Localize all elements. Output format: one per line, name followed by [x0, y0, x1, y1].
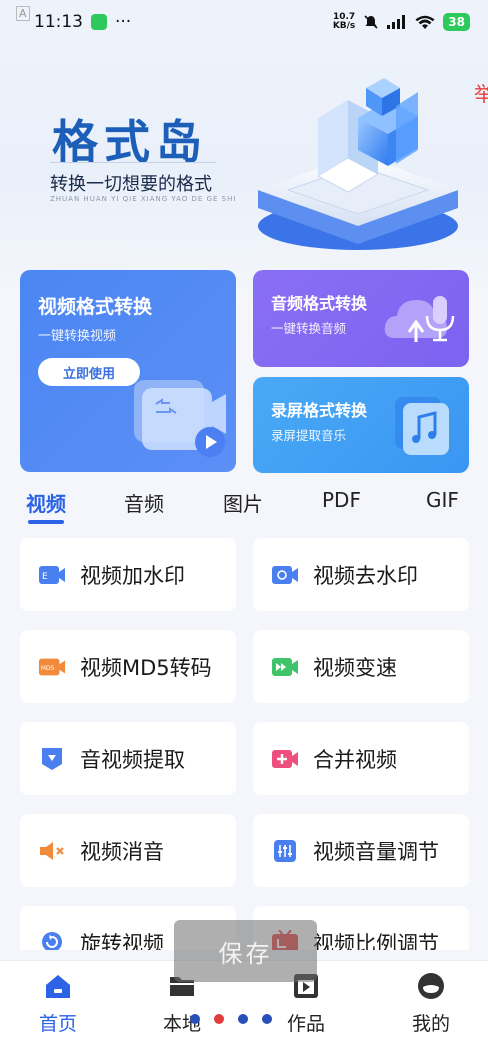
extract-icon [38, 745, 66, 773]
tool-video-remove-watermark[interactable]: 视频去水印 [253, 538, 469, 611]
nav-mine[interactable]: 我的 [391, 971, 471, 1036]
tool-label: 视频加水印 [80, 563, 185, 588]
cloud-microphone-icon [384, 296, 455, 342]
banner-slogan: 转换一切想要的格式 [50, 174, 212, 195]
nav-home[interactable]: 首页 [18, 971, 98, 1036]
tab-gif[interactable]: GIF [426, 488, 459, 512]
dot-blue [238, 1014, 248, 1024]
audio-card-subtitle: 一键转换音频 [271, 321, 347, 336]
nav-works-label: 作品 [286, 1013, 325, 1035]
logo-divider [50, 162, 216, 163]
tool-merge-video[interactable]: 合并视频 [253, 722, 469, 795]
wifi-icon [415, 15, 435, 29]
mute-icon [38, 837, 66, 865]
tool-volume-adjust[interactable]: 视频音量调节 [253, 814, 469, 887]
page-indicator-dots [190, 1014, 272, 1024]
banner-pinyin: ZHUAN HUAN YI QIE XIANG YAO DE GE SHI [50, 195, 237, 203]
tool-video-speed[interactable]: 视频变速 [253, 630, 469, 703]
music-note-icon [395, 397, 449, 455]
dot-blue [262, 1014, 272, 1024]
tool-label: 合并视频 [313, 747, 397, 772]
volume-adjust-icon [271, 837, 299, 865]
net-speed-unit: KB/s [332, 21, 356, 31]
category-tabs: 视频 音频 图片 PDF GIF [0, 484, 488, 524]
home-icon [18, 971, 98, 1001]
tool-label: 视频变速 [313, 655, 397, 680]
audio-convert-card[interactable]: 音频格式转换 一键转换音频 [253, 270, 469, 367]
tool-label: 视频消音 [80, 839, 164, 864]
mute-bell-icon [364, 15, 378, 29]
tab-image[interactable]: 图片 [223, 488, 263, 517]
tab-video[interactable]: 视频 [26, 488, 66, 517]
net-speed: 10.7 KB/s [333, 13, 355, 31]
save-toast: 保存 [174, 920, 317, 982]
status-more: ··· [115, 12, 132, 32]
video-card-title: 视频格式转换 [38, 296, 153, 318]
active-tab-indicator [28, 520, 64, 524]
video-watermark-icon: E [38, 561, 66, 589]
record-card-subtitle: 录屏提取音乐 [271, 428, 347, 443]
dot-red [214, 1014, 224, 1024]
wechat-icon [91, 14, 107, 30]
video-file-icon [134, 380, 226, 457]
tool-label: 视频音量调节 [313, 839, 439, 864]
banner-edge-text: 举 [474, 82, 488, 106]
tool-label: 音视频提取 [80, 747, 185, 772]
profile-icon [391, 971, 471, 1001]
tool-video-watermark[interactable]: E 视频加水印 [20, 538, 236, 611]
svg-text:E: E [42, 572, 48, 582]
audio-card-title: 音频格式转换 [271, 294, 368, 313]
video-card-subtitle: 一键转换视频 [38, 329, 117, 344]
cube-illustration-icon [258, 78, 458, 250]
status-time: 11:13 [34, 12, 83, 32]
battery-indicator: 38 [443, 13, 470, 31]
merge-video-icon [271, 745, 299, 773]
video-convert-card[interactable]: 视频格式转换 一键转换视频 立即使用 [20, 270, 236, 472]
md5-icon: MD5 [38, 653, 66, 681]
video-speed-icon [271, 653, 299, 681]
status-bar: 11:13 ··· 10.7 KB/s 38 [0, 0, 488, 44]
tab-pdf[interactable]: PDF [322, 488, 361, 512]
banner[interactable]: 格式岛 转换一切想要的格式 ZHUAN HUAN YI QIE XIANG YA… [0, 44, 488, 264]
tool-label: 旋转视频 [80, 932, 164, 950]
tool-label: 视频比例调节 [313, 932, 439, 950]
tool-label: 视频去水印 [313, 563, 418, 588]
tool-label: 视频MD5转码 [80, 655, 212, 680]
svg-text:MD5: MD5 [41, 664, 55, 671]
tool-extract[interactable]: 音视频提取 [20, 722, 236, 795]
video-remove-watermark-icon [271, 561, 299, 589]
use-now-button[interactable]: 立即使用 [38, 358, 140, 386]
record-card-title: 录屏格式转换 [271, 401, 368, 420]
tool-mute[interactable]: 视频消音 [20, 814, 236, 887]
nav-mine-label: 我的 [411, 1013, 450, 1035]
record-convert-card[interactable]: 录屏格式转换 录屏提取音乐 [253, 377, 469, 473]
rotate-icon [38, 928, 66, 950]
signal-icon [387, 15, 406, 29]
tool-md5[interactable]: MD5 视频MD5转码 [20, 630, 236, 703]
dot-blue [190, 1014, 200, 1024]
nav-home-label: 首页 [38, 1013, 77, 1035]
tab-audio[interactable]: 音频 [124, 488, 164, 517]
